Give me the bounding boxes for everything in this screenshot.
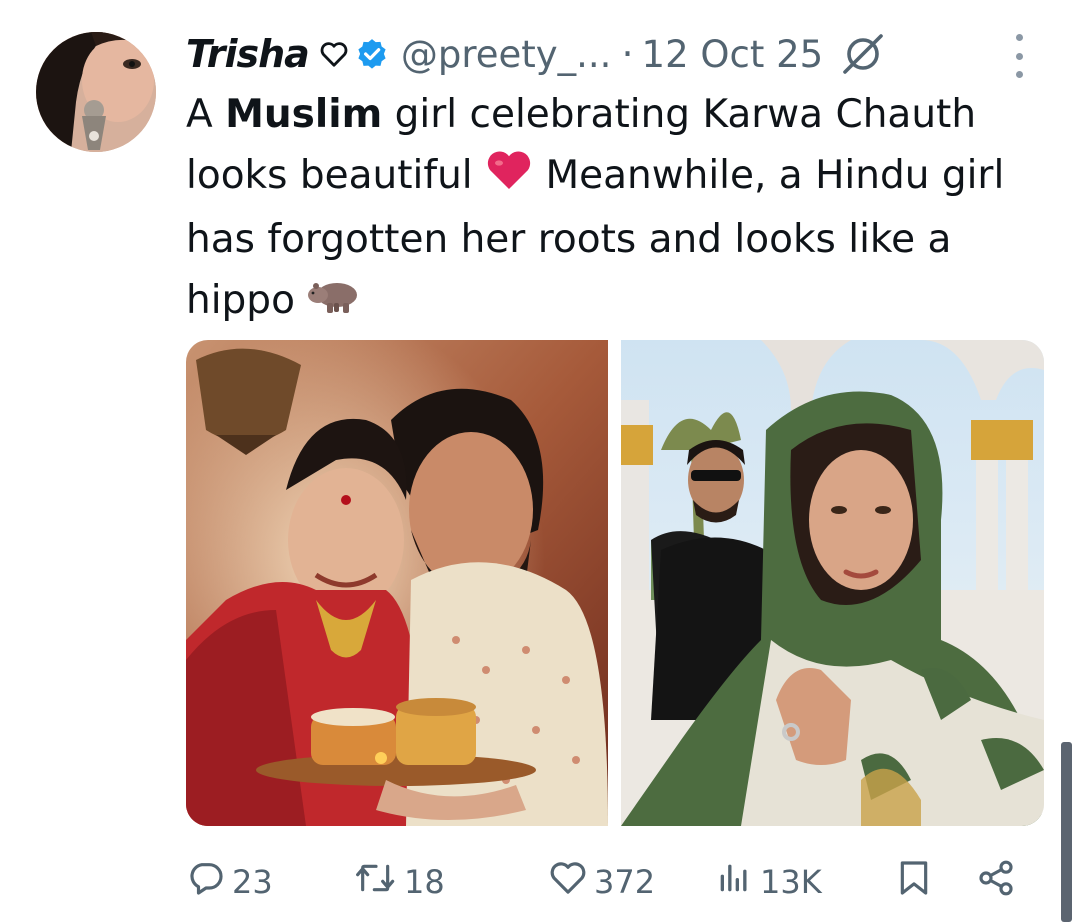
hippopotamus-emoji xyxy=(307,272,361,333)
header-separator: · xyxy=(621,32,634,76)
tweet-actions: 23 18 372 13K xyxy=(186,852,1036,912)
bookmark-icon xyxy=(894,858,934,906)
verified-badge-icon[interactable] xyxy=(355,37,389,71)
repost-count: 18 xyxy=(404,863,445,901)
reply-icon xyxy=(186,858,226,906)
couple-karwa-chauth-photo[interactable] xyxy=(186,340,608,826)
text-segment: girl celebrating Karwa Chauth xyxy=(382,92,977,137)
tweet-media[interactable] xyxy=(186,340,1044,826)
author-handle[interactable]: @preety_... xyxy=(401,33,612,76)
grok-icon[interactable] xyxy=(841,32,885,76)
tweet-date[interactable]: 12 Oct 25 xyxy=(642,33,824,76)
like-count: 372 xyxy=(594,863,656,901)
share-button[interactable] xyxy=(976,852,1016,912)
text-segment: A xyxy=(186,92,226,137)
red-heart-emoji xyxy=(485,147,533,209)
more-icon[interactable] xyxy=(1006,34,1032,78)
bold-word: Muslim xyxy=(225,92,383,137)
reply-count: 23 xyxy=(232,863,273,901)
scrollbar[interactable] xyxy=(1061,742,1072,922)
views-icon xyxy=(714,858,754,906)
share-icon xyxy=(976,858,1016,906)
text-segment: looks beautiful xyxy=(186,153,486,198)
like-button[interactable]: 372 xyxy=(548,852,655,912)
reply-button[interactable]: 23 xyxy=(186,852,273,912)
text-segment: hippo xyxy=(186,277,308,323)
views-button[interactable]: 13K xyxy=(714,852,822,912)
author-name[interactable]: Trisha xyxy=(186,32,310,76)
repost-icon xyxy=(354,858,398,906)
views-count: 13K xyxy=(760,863,822,901)
text-segment: Meanwhile, a Hindu girl xyxy=(533,153,1005,198)
repost-button[interactable]: 18 xyxy=(354,852,445,912)
text-segment: has forgotten her roots and looks like a xyxy=(186,216,952,262)
bookmark-button[interactable] xyxy=(894,852,934,912)
avatar[interactable] xyxy=(36,32,156,152)
heart-outline-icon xyxy=(319,39,349,69)
tweet-header: Trisha @preety_... · 12 Oct 25 xyxy=(186,24,885,84)
woman-mosque-selfie-photo[interactable] xyxy=(621,340,1044,826)
like-icon xyxy=(548,858,588,906)
tweet-text: A Muslim girl celebrating Karwa Chauth l… xyxy=(186,84,1066,333)
